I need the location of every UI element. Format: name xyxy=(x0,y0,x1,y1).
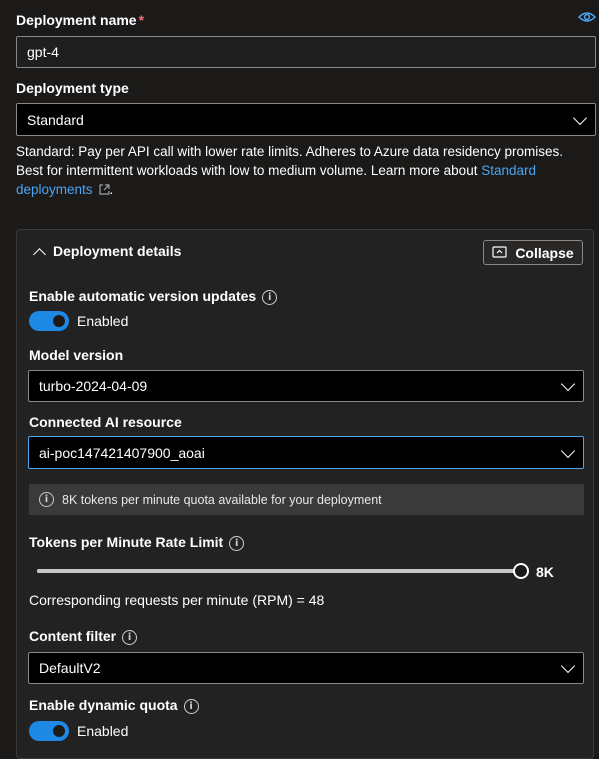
quota-info-bar: i 8K tokens per minute quota available f… xyxy=(29,484,584,515)
info-icon[interactable]: i xyxy=(262,289,278,305)
tpm-slider-track[interactable] xyxy=(37,563,529,579)
content-filter-label: Content filter i xyxy=(29,628,138,645)
external-link-icon xyxy=(98,181,110,200)
deployment-details-panel: Deployment details Collapse Enable autom… xyxy=(16,229,594,759)
deployment-type-label: Deployment type xyxy=(16,80,129,96)
auto-update-toggle-row: Enabled xyxy=(29,311,128,331)
deployment-type-select[interactable]: Standard xyxy=(16,103,596,136)
deployment-name-label: Deployment name * xyxy=(16,12,145,28)
connected-resource-select[interactable]: ai-poc147421407900_aoai xyxy=(28,436,584,469)
model-version-select[interactable]: turbo-2024-04-09 xyxy=(28,370,584,402)
deployment-name-input[interactable]: gpt-4 xyxy=(16,36,596,68)
info-icon: i xyxy=(39,492,54,507)
auto-update-toggle[interactable] xyxy=(29,311,69,331)
tpm-slider-fill xyxy=(37,569,521,573)
rpm-text: Corresponding requests per minute (RPM) … xyxy=(29,592,325,608)
dynamic-quota-state: Enabled xyxy=(77,723,129,739)
auto-update-state: Enabled xyxy=(77,313,129,329)
info-icon[interactable]: i xyxy=(183,698,199,714)
auto-update-label: Enable automatic version updates i xyxy=(29,288,278,305)
dynamic-quota-toggle[interactable] xyxy=(29,721,69,741)
collapse-icon xyxy=(492,245,507,261)
collapse-button[interactable]: Collapse xyxy=(483,240,583,265)
info-icon[interactable]: i xyxy=(122,629,138,645)
chevron-down-icon xyxy=(572,110,588,125)
model-version-label: Model version xyxy=(29,347,124,363)
info-icon[interactable]: i xyxy=(229,535,245,551)
chevron-down-icon xyxy=(560,443,576,458)
tpm-value: 8K xyxy=(536,564,554,580)
content-filter-select[interactable]: DefaultV2 xyxy=(28,652,584,684)
tpm-label: Tokens per Minute Rate Limit i xyxy=(29,534,245,551)
deployment-type-description: Standard: Pay per API call with lower ra… xyxy=(16,142,586,200)
chevron-up-icon[interactable] xyxy=(33,246,46,261)
required-marker: * xyxy=(138,12,145,28)
dynamic-quota-toggle-row: Enabled xyxy=(29,721,128,741)
visibility-eye-icon[interactable] xyxy=(577,10,597,27)
deployment-details-title: Deployment details xyxy=(53,243,182,259)
dynamic-quota-label: Enable dynamic quota i xyxy=(29,697,199,714)
tpm-slider-thumb[interactable] xyxy=(513,563,529,579)
chevron-down-icon xyxy=(560,376,576,392)
connected-resource-label: Connected AI resource xyxy=(29,414,182,430)
chevron-down-icon xyxy=(560,658,576,674)
